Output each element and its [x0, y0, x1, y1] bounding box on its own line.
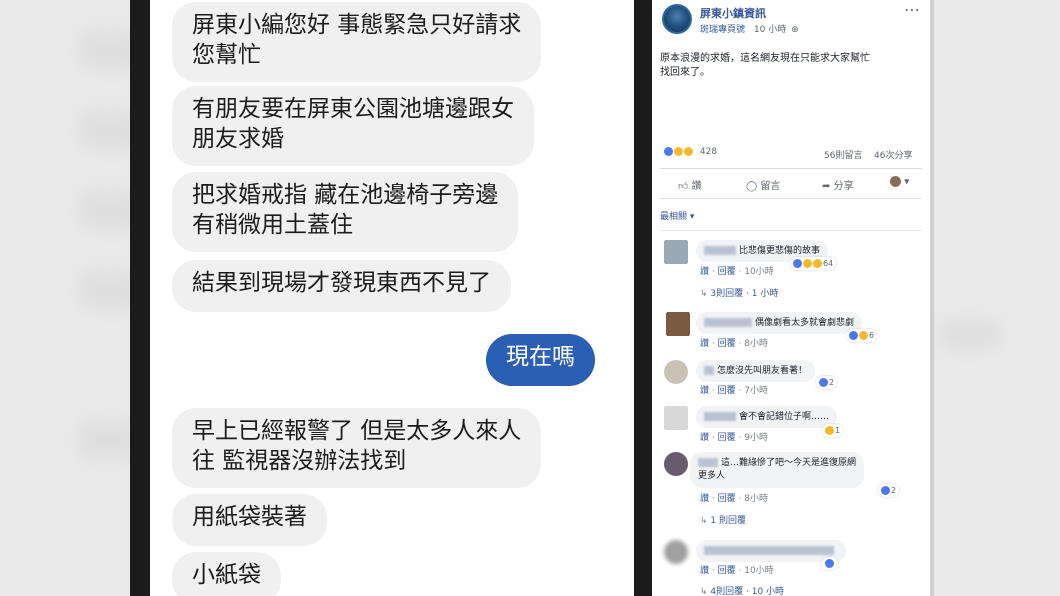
comment-3-reactions[interactable]: 2: [816, 376, 838, 389]
comment-2-reply-link[interactable]: 回覆: [718, 339, 736, 349]
like-reaction-icon: [664, 147, 673, 156]
comment-3-like-link[interactable]: 讚: [700, 386, 709, 396]
comment-4-reactions[interactable]: 1: [822, 424, 844, 437]
comment-4-reply-link[interactable]: 回覆: [718, 433, 736, 443]
chat-message-1: 屏東小編您好 事態緊急只好請求 您幫忙: [172, 2, 542, 82]
page-name-link[interactable]: 屏東小鎮資訊: [700, 5, 766, 21]
haha-reaction-icon: [859, 331, 868, 340]
comment-4-meta: 讚 · 回覆 · 9小時: [700, 433, 768, 443]
comment-3-meta: 讚 · 回覆 · 7小時: [700, 386, 768, 396]
caret-down-icon: ▾: [904, 176, 910, 188]
comment-avatar-5[interactable]: [664, 452, 688, 476]
globe-icon: ⊕: [791, 25, 799, 35]
reply-arrow-icon: ↳: [700, 516, 708, 526]
comment-3-reply-link[interactable]: 回覆: [718, 386, 736, 396]
comment-2-like-link[interactable]: 讚: [700, 339, 709, 349]
haha-reaction-icon: [803, 259, 812, 268]
blurred-commenter-name: [704, 412, 736, 421]
blurred-background-right-1: [940, 320, 1000, 350]
sort-caret-icon: ▾: [689, 212, 695, 222]
comment-1-meta: 讚 · 回覆 · 10小時: [700, 267, 774, 277]
like-reaction-icon: [849, 331, 858, 340]
comment-5: 這…難綠慘了吧～今天是進復原網 更多人: [690, 452, 865, 488]
chat-message-5: 早上已經報警了 但是太多人來人 往 監視器沒辦法找到: [172, 408, 542, 488]
comment-1-reactions[interactable]: 64: [790, 257, 837, 270]
haha-reaction-icon: [684, 147, 693, 156]
reaction-selector[interactable]: ▾: [890, 176, 909, 188]
shares-count[interactable]: 46次分享: [874, 148, 912, 161]
chat-message-4: 結果到現場才發現東西不見了: [172, 260, 511, 312]
page-avatar[interactable]: [662, 4, 692, 34]
speech-bubble-icon: ◯: [746, 181, 758, 192]
comment-avatar-6[interactable]: [664, 540, 688, 564]
comment-avatar-1[interactable]: [664, 240, 688, 264]
thumbs-up-icon: 👍︎: [678, 181, 689, 192]
divider-bottom: [660, 198, 922, 199]
blurred-commenter-name: [704, 246, 736, 255]
dark-frame-left: [130, 0, 150, 596]
chat-message-7: 小紙袋: [172, 552, 281, 596]
comment-avatar-4[interactable]: [664, 406, 688, 430]
post-meta: 斑瑞專頁號 10 小時 ⊕: [700, 22, 799, 35]
comment-1-like-link[interactable]: 讚: [700, 267, 709, 277]
comment-avatar-2[interactable]: [666, 312, 690, 336]
comment-2: 偶像劇看太多就會劇悲劇: [696, 312, 863, 334]
comment-5-replies-link[interactable]: ↳ 1 則回覆: [700, 513, 746, 526]
dark-frame-right: [930, 0, 934, 596]
comment-5-reply-link[interactable]: 回覆: [718, 494, 736, 504]
blurred-comment-text: [704, 546, 834, 555]
share-arrow-icon: ➦: [822, 181, 831, 192]
haha-reaction-icon: [825, 426, 834, 435]
like-reaction-icon: [825, 559, 834, 568]
chat-message-2: 有朋友要在屏東公園池塘邊跟女 朋友求婚: [172, 86, 534, 166]
sort-dropdown[interactable]: 最相關 ▾: [660, 209, 694, 222]
blurred-commenter-name: [704, 318, 752, 327]
comment-5-meta: 讚 · 回覆 · 8小時: [700, 494, 768, 504]
chat-panel: 屏東小編您好 事態緊急只好請求 您幫忙 有朋友要在屏東公園池塘邊跟女 朋友求婚 …: [150, 0, 634, 596]
reaction-summary[interactable]: 428: [664, 147, 717, 157]
comment-2-meta: 讚 · 回覆 · 8小時: [700, 339, 768, 349]
comment-avatar-3[interactable]: [664, 360, 688, 384]
chat-message-3: 把求婚戒指 藏在池邊椅子旁邊 有稍微用土蓋住: [172, 172, 519, 252]
like-reaction-icon: [881, 486, 890, 495]
post-body: 原本浪漫的求婚，這名網友現在只能求大家幫忙 找回來了。: [660, 53, 870, 78]
comment-6-meta: 讚 · 回覆 · 10小時: [700, 566, 774, 576]
more-options-icon[interactable]: ⋯: [904, 0, 920, 19]
comment-3: 怎麼沒先叫朋友看著！: [696, 360, 816, 382]
blurred-commenter-name: [698, 458, 718, 467]
post-time[interactable]: 10 小時: [754, 25, 786, 35]
like-reaction-icon: [793, 259, 802, 268]
comment-4: 會不會記錯位子啊……: [696, 406, 838, 428]
profile-reaction-icon: [890, 176, 901, 187]
comment-button[interactable]: ◯ 留言: [746, 177, 780, 192]
like-button[interactable]: 👍︎ 讚: [678, 177, 702, 192]
chat-message-sent: 現在嗎: [486, 334, 595, 386]
comment-4-like-link[interactable]: 讚: [700, 433, 709, 443]
blurred-commenter-name: [704, 366, 714, 375]
comment-6-like-link[interactable]: 讚: [700, 566, 709, 576]
comments-count[interactable]: 56則留言: [824, 148, 862, 161]
comment-2-reactions[interactable]: 6: [846, 329, 878, 342]
reaction-count: 428: [699, 147, 718, 157]
comments-divider: [660, 230, 922, 231]
facebook-post-panel: 屏東小鎮資訊 斑瑞專頁號 10 小時 ⊕ ⋯ 原本浪漫的求婚，這名網友現在只能求…: [652, 0, 930, 596]
dark-frame-middle: [634, 0, 652, 596]
divider-top: [660, 168, 922, 169]
comment-6-reply-link[interactable]: 回覆: [718, 566, 736, 576]
wow-reaction-icon: [674, 147, 683, 156]
post-author[interactable]: 斑瑞專頁號: [700, 25, 745, 35]
comment-1-replies-link[interactable]: ↳ 3則回覆 · 1 小時: [700, 286, 778, 299]
reply-arrow-icon: ↳: [700, 587, 708, 596]
comment-5-like-link[interactable]: 讚: [700, 494, 709, 504]
comment-6-replies-link[interactable]: ↳ 4則回覆 · 10 小時: [700, 584, 784, 596]
like-reaction-icon: [819, 378, 828, 387]
wow-reaction-icon: [813, 259, 822, 268]
comment-5-reactions[interactable]: 2: [878, 484, 900, 497]
chat-message-6: 用紙袋裝著: [172, 494, 327, 546]
comment-1-reply-link[interactable]: 回覆: [718, 267, 736, 277]
reply-arrow-icon: ↳: [700, 289, 708, 299]
comment-6-reactions[interactable]: [822, 557, 838, 570]
share-button[interactable]: ➦ 分享: [822, 177, 854, 192]
